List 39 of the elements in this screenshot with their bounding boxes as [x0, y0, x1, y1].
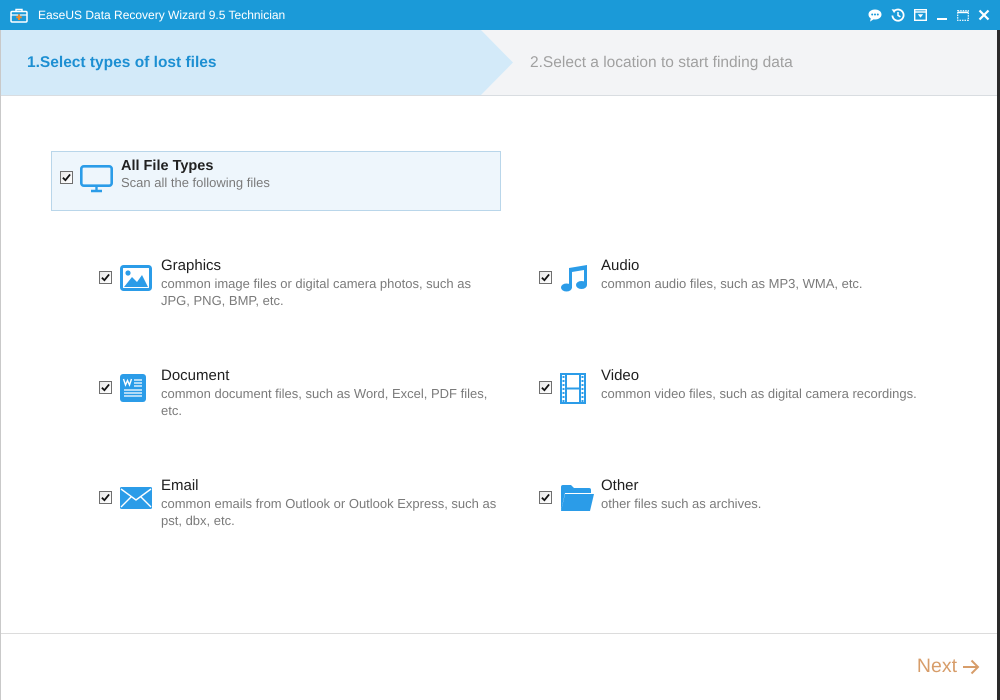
- wizard-step: 2.Select a location to start finding data: [513, 30, 793, 95]
- checkbox[interactable]: [539, 491, 552, 504]
- option-description: other files such as archives.: [601, 495, 762, 512]
- option-title: Email: [161, 476, 200, 495]
- checkbox[interactable]: [99, 271, 112, 284]
- close-icon[interactable]: [978, 9, 990, 21]
- option-description: Scan all the following files: [121, 175, 270, 191]
- document-icon: [120, 374, 146, 402]
- film-strip-icon: [560, 372, 586, 404]
- checkbox[interactable]: [99, 491, 112, 504]
- dropdown-icon[interactable]: [914, 9, 927, 21]
- option-title: Document: [161, 366, 230, 385]
- option-title: Graphics: [161, 256, 222, 275]
- option-description: common image files or digital camera photos, such as JPG, PNG, BMP, etc.: [161, 275, 472, 309]
- maximize-icon[interactable]: [957, 10, 969, 20]
- music-note-icon: [560, 264, 588, 292]
- option-description: common emails from Outlook or Outlook Express, such as pst, dbx, etc.: [161, 495, 498, 529]
- monitor-icon: [80, 165, 113, 193]
- history-icon[interactable]: [891, 8, 905, 22]
- checkbox[interactable]: [60, 171, 73, 184]
- option-title: Other: [601, 476, 640, 495]
- option-description: common audio files, such as MP3, WMA, etc.: [601, 275, 864, 292]
- option-title: Video: [601, 366, 640, 385]
- window-title: EaseUS Data Recovery Wizard 9.5 Technician: [38, 7, 286, 24]
- checkbox[interactable]: [99, 381, 112, 394]
- option-description: common document files, such as Word, Excel, PDF files, etc.: [161, 385, 488, 419]
- checkbox[interactable]: [539, 271, 552, 284]
- checkbox[interactable]: [539, 381, 552, 394]
- option-title: All File Types: [121, 157, 214, 175]
- envelope-icon: [120, 487, 152, 509]
- toolbox-icon: [10, 8, 28, 22]
- chat-bubble-icon[interactable]: [868, 8, 882, 22]
- option-title: Audio: [601, 256, 640, 275]
- all-file-types-panel[interactable]: All File Types Scan all the following files: [51, 151, 501, 211]
- option-description: common video files, such as digital camera recordings.: [601, 385, 918, 402]
- wizard-step: 1.Select types of lost files: [1, 30, 513, 95]
- folder-icon: [560, 484, 594, 512]
- picture-icon: [120, 265, 152, 291]
- arrow-right-icon: [962, 659, 980, 675]
